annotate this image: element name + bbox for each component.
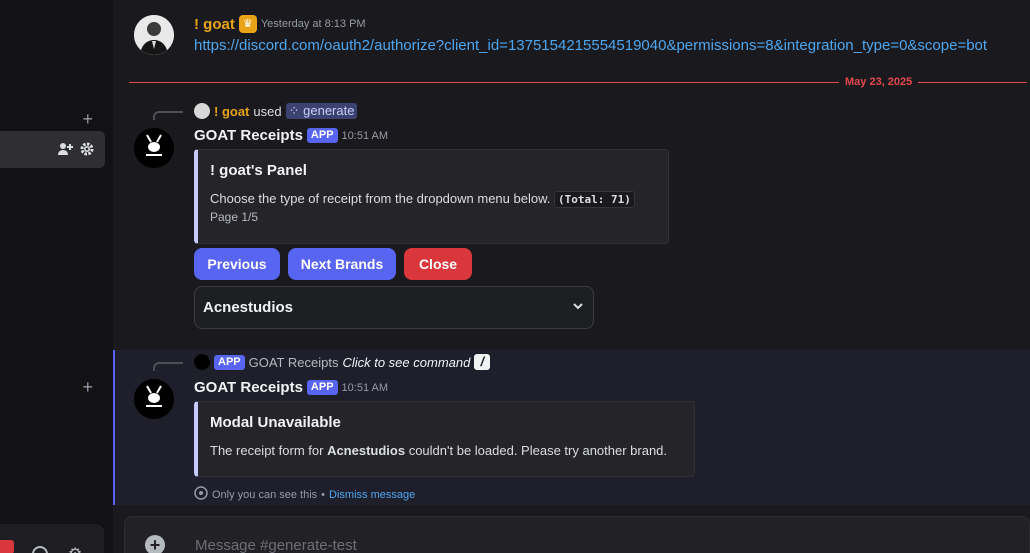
channel-sidebar: + + ⚙ <box>0 0 113 553</box>
avatar[interactable] <box>134 379 174 419</box>
reply-hint[interactable]: Click to see command <box>342 355 470 370</box>
username[interactable]: ! goat <box>194 16 235 33</box>
user-panel: ⚙ <box>0 524 104 553</box>
embed-description: Choose the type of receipt from the drop… <box>210 191 654 208</box>
reply-username[interactable]: GOAT Receipts <box>249 355 339 370</box>
message-composer[interactable]: + Message #generate-test <box>124 516 1030 553</box>
ephemeral-note-text: Only you can see this <box>212 488 318 501</box>
slash-command-icon: / <box>474 354 491 370</box>
avatar[interactable] <box>134 15 174 55</box>
command-reply[interactable]: APP GOAT Receipts Click to see command / <box>194 354 491 370</box>
oauth-link[interactable]: https://discord.com/oauth2/authorize?cli… <box>194 37 987 54</box>
headset-icon[interactable] <box>32 546 48 553</box>
dismiss-message-link[interactable]: Dismiss message <box>329 489 415 501</box>
avatar[interactable] <box>194 354 210 370</box>
chevron-down-icon <box>571 299 585 317</box>
gear-icon[interactable]: ⚙ <box>68 544 82 553</box>
close-button[interactable]: Close <box>404 248 472 280</box>
brand-name: Acnestudios <box>327 443 406 458</box>
previous-button[interactable]: Previous <box>194 248 280 280</box>
embed-description: The receipt form for Acnestudios couldn'… <box>210 443 680 458</box>
next-brands-button[interactable]: Next Brands <box>288 248 396 280</box>
separator: • <box>321 488 326 501</box>
date-divider-label: May 23, 2025 <box>839 76 919 88</box>
timestamp: 10:51 AM <box>341 381 389 394</box>
timestamp: 10:51 AM <box>341 129 389 142</box>
embed-title: ! goat's Panel <box>210 162 307 179</box>
brand-select-value: Acnestudios <box>203 299 294 316</box>
modal-unavailable-embed: Modal Unavailable The receipt form for A… <box>194 401 695 477</box>
avatar[interactable] <box>194 103 210 119</box>
chat-area: ! goat ♛ Yesterday at 8:13 PM https://di… <box>113 0 1030 553</box>
username[interactable]: GOAT Receipts <box>194 127 303 144</box>
add-member-icon[interactable] <box>57 141 73 162</box>
add-attachment-icon[interactable]: + <box>145 535 165 553</box>
reply-used-label: used <box>253 103 282 119</box>
app-badge: APP <box>306 380 338 395</box>
plus-icon[interactable]: + <box>82 110 93 128</box>
username[interactable]: GOAT Receipts <box>194 379 303 396</box>
ephemeral-note: Only you can see this • Dismiss message <box>194 486 415 503</box>
reply-username[interactable]: ! goat <box>214 104 249 119</box>
embed-description-text: couldn't be loaded. Please try another b… <box>408 443 668 458</box>
eye-icon <box>194 486 208 503</box>
embed-title: Modal Unavailable <box>210 414 341 431</box>
active-channel-item[interactable] <box>0 131 105 168</box>
reply-connector <box>153 111 183 120</box>
avatar[interactable] <box>134 128 174 168</box>
brand-select[interactable]: Acnestudios <box>194 286 594 329</box>
slash-command-chip[interactable]: ⁘ generate <box>285 103 358 119</box>
panel-embed: ! goat's Panel Choose the type of receip… <box>194 149 669 244</box>
app-badge: APP <box>306 128 338 143</box>
slash-command-icon: ⁘ <box>288 103 300 118</box>
reply-connector <box>153 362 183 371</box>
plus-icon[interactable]: + <box>82 378 93 396</box>
message-input[interactable]: Message #generate-test <box>195 537 357 553</box>
embed-description-text: The receipt form for <box>210 443 324 458</box>
crown-icon: ♛ <box>238 15 257 33</box>
embed-description-text: Choose the type of receipt from the drop… <box>210 191 551 206</box>
status-badge <box>0 540 14 553</box>
app-badge: APP <box>214 354 245 370</box>
embed-footer: Page 1/5 <box>210 210 259 224</box>
slash-command-name: generate <box>303 103 355 118</box>
command-reply[interactable]: ! goat used ⁘ generate <box>194 103 358 119</box>
total-count-code: (Total: 71) <box>554 191 635 208</box>
timestamp: Yesterday at 8:13 PM <box>260 18 366 30</box>
gear-icon[interactable] <box>79 141 95 162</box>
